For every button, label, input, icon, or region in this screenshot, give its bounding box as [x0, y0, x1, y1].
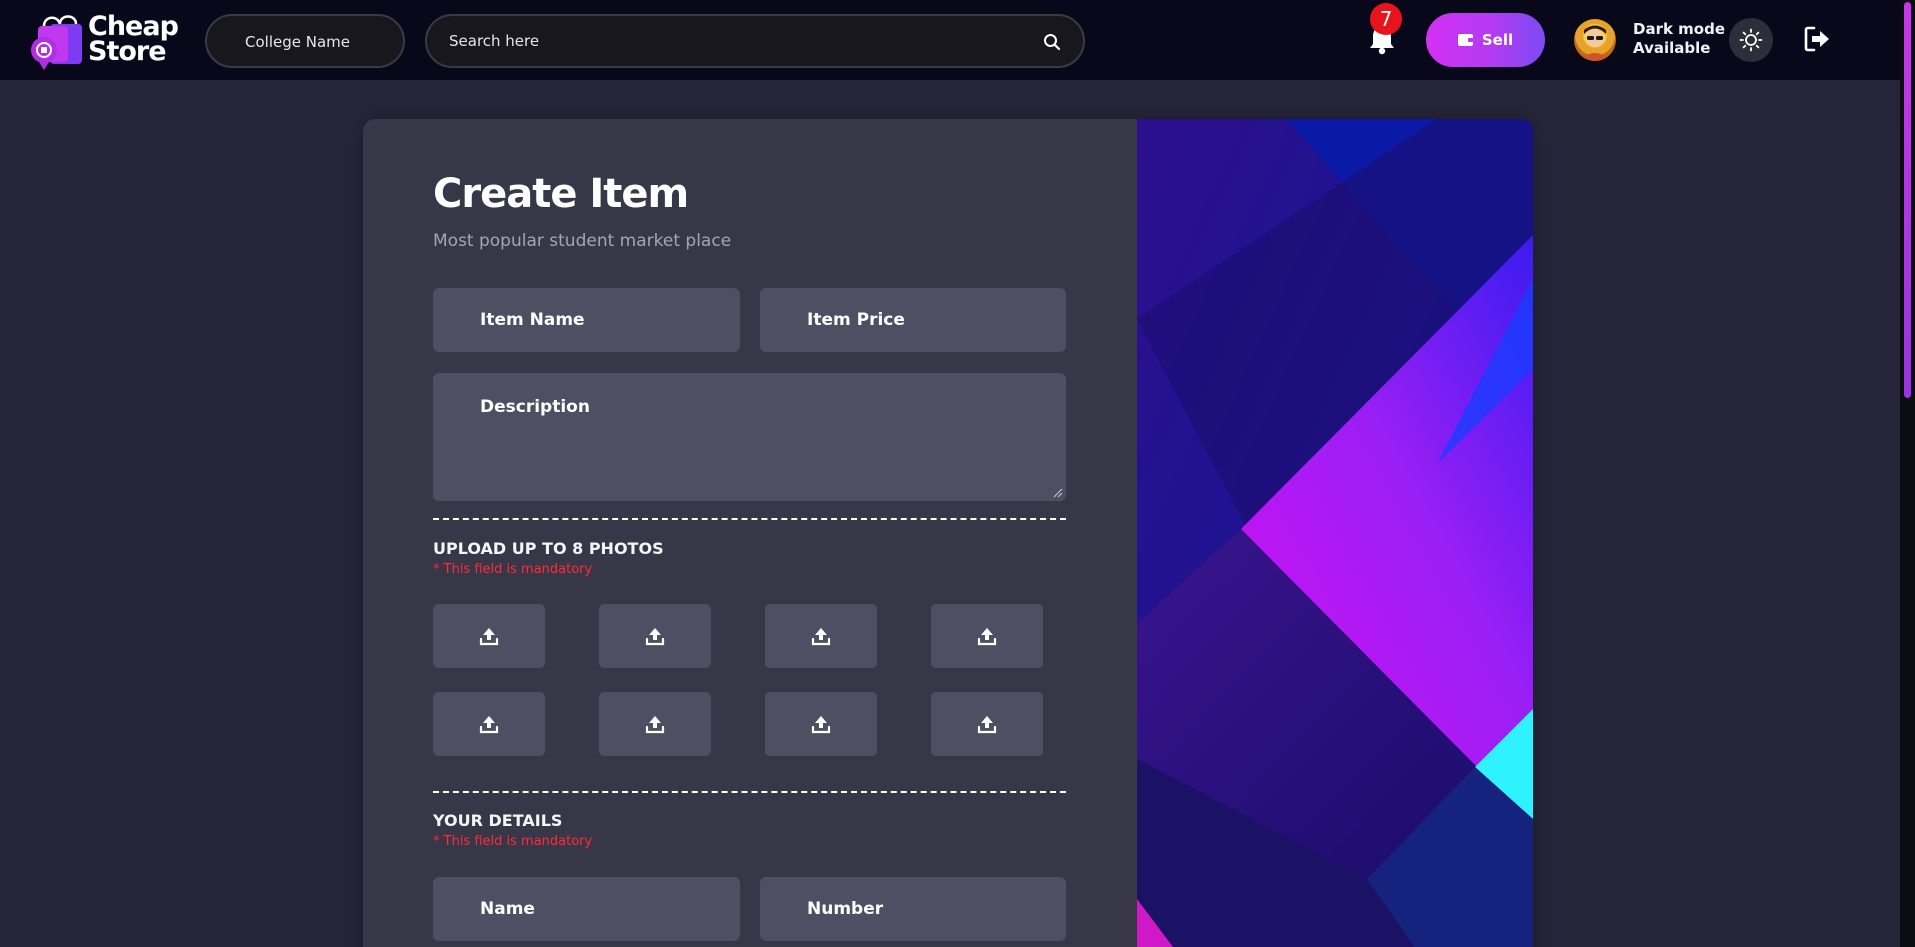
sell-label: Sell — [1481, 31, 1514, 49]
abstract-gradient-image — [1137, 119, 1533, 947]
logo-text: Cheap Store — [88, 13, 179, 67]
decorative-banner — [1137, 119, 1533, 947]
sun-icon — [1739, 28, 1763, 52]
name-input[interactable]: Name — [433, 877, 740, 941]
avatar[interactable] — [1574, 19, 1616, 61]
upload-icon — [645, 716, 665, 734]
photo-upload-slot[interactable] — [931, 604, 1043, 668]
top-navbar: Cheap Store College Name Search here 7 S… — [0, 0, 1900, 80]
create-item-card: Create Item Most popular student market … — [363, 119, 1533, 947]
page-title: Create Item — [433, 171, 689, 217]
description-placeholder: Description — [480, 397, 590, 417]
upload-icon — [811, 716, 831, 734]
photo-upload-slot[interactable] — [433, 692, 545, 756]
upload-icon — [811, 628, 831, 646]
page-subtitle: Most popular student market place — [433, 231, 732, 251]
number-input[interactable]: Number — [760, 877, 1066, 941]
item-name-input[interactable]: Item Name — [433, 288, 740, 352]
notification-badge: 7 — [1370, 3, 1402, 35]
shopping-bag-logo-icon — [31, 15, 82, 70]
logo[interactable]: Cheap Store — [30, 8, 190, 70]
upload-icon — [977, 628, 997, 646]
photo-upload-slot[interactable] — [599, 604, 711, 668]
details-mandatory-note: * This field is mandatory — [433, 834, 593, 849]
theme-toggle-button[interactable] — [1729, 18, 1773, 62]
photo-upload-slot[interactable] — [599, 692, 711, 756]
logo-line2: Store — [88, 36, 167, 67]
search-input[interactable]: Search here — [425, 14, 1085, 68]
photos-mandatory-note: * This field is mandatory — [433, 562, 593, 577]
upload-icon — [977, 716, 997, 734]
sell-button[interactable]: Sell — [1426, 13, 1545, 67]
wallet-icon — [1457, 34, 1474, 46]
photo-upload-slot[interactable] — [433, 604, 545, 668]
avatar-image — [1580, 25, 1610, 61]
dark-mode-line1: Dark mode — [1633, 20, 1726, 38]
upload-icon — [479, 716, 499, 734]
description-textarea[interactable]: Description — [433, 373, 1066, 501]
photos-heading: UPLOAD UP TO 8 PHOTOS — [433, 539, 664, 558]
college-selector[interactable]: College Name — [205, 14, 405, 68]
section-divider — [433, 791, 1066, 793]
dark-mode-label: Dark mode Available — [1633, 20, 1725, 58]
search-icon[interactable] — [1043, 33, 1061, 51]
photo-upload-slot[interactable] — [765, 692, 877, 756]
page-scrollbar[interactable] — [1900, 0, 1915, 947]
create-item-form: Create Item Most popular student market … — [363, 119, 1137, 947]
item-price-input[interactable]: Item Price — [760, 288, 1066, 352]
search-placeholder: Search here — [449, 32, 540, 50]
college-label: College Name — [245, 33, 350, 51]
section-divider — [433, 518, 1066, 520]
resize-handle-icon[interactable] — [1053, 488, 1063, 498]
photo-upload-slot[interactable] — [765, 604, 877, 668]
dark-mode-line2: Available — [1633, 39, 1711, 57]
scrollbar-thumb[interactable] — [1904, 2, 1911, 398]
upload-icon — [479, 628, 499, 646]
photo-upload-slot[interactable] — [931, 692, 1043, 756]
logout-icon[interactable] — [1803, 25, 1831, 53]
details-heading: YOUR DETAILS — [433, 811, 563, 830]
upload-icon — [645, 628, 665, 646]
